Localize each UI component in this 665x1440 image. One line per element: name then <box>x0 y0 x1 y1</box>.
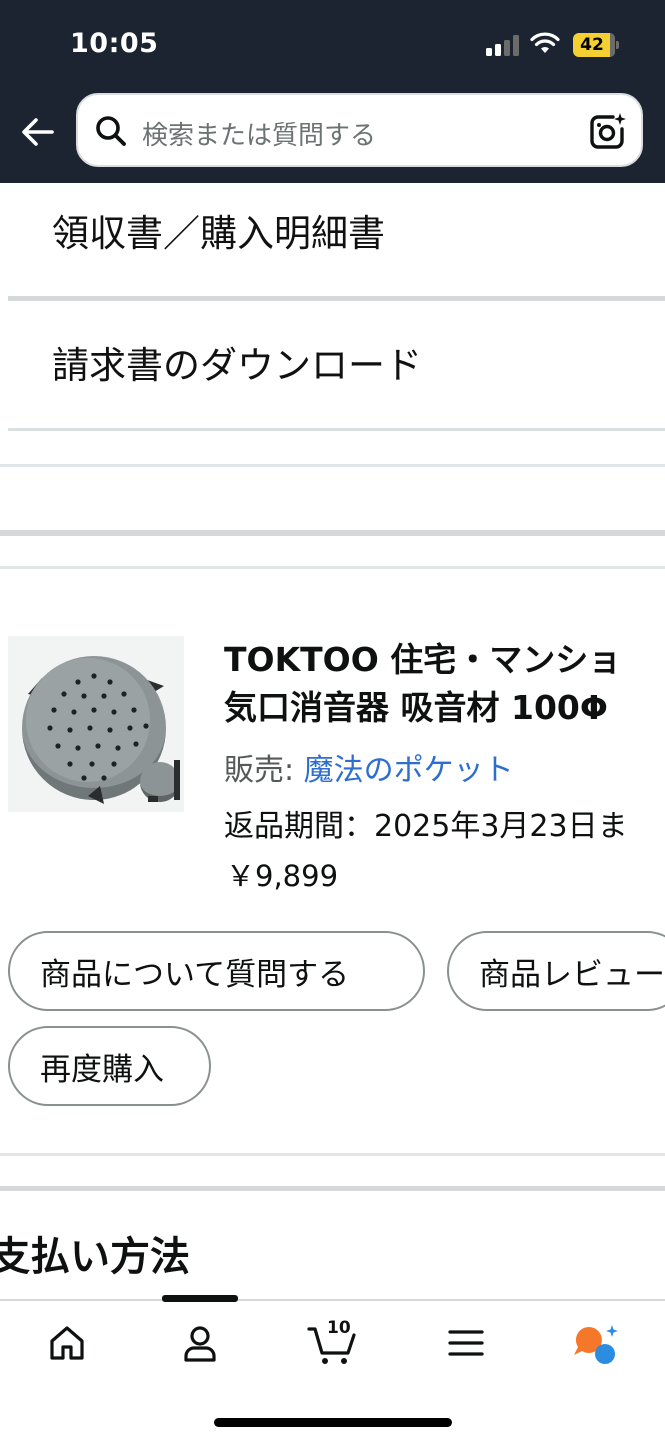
product-price: ￥9,899 <box>226 859 339 893</box>
back-arrow-icon[interactable] <box>18 112 58 152</box>
product-title[interactable]: TOKTOO 住宅・マンショ 気口消音器 吸音材 100Φ <box>224 636 665 732</box>
battery-icon: 42 <box>573 33 621 57</box>
product-title-line1: TOKTOO 住宅・マンショ <box>224 640 622 679</box>
product-image[interactable] <box>8 636 184 812</box>
bottom-nav: 10 <box>0 1295 665 1440</box>
seller-label: 販売: <box>224 753 304 788</box>
buy-again-button[interactable]: 再度購入 <box>8 1026 211 1106</box>
home-icon[interactable] <box>47 1323 87 1363</box>
battery-level: 42 <box>580 35 604 55</box>
ask-question-button[interactable]: 商品について質問する <box>8 931 425 1011</box>
return-period: 返品期間：2025年3月23日ま <box>224 809 628 844</box>
wifi-icon <box>530 32 560 53</box>
search-placeholder: 検索または質問する <box>142 121 377 151</box>
payment-method-heading: 支払い方法 <box>0 1234 190 1280</box>
section-divider <box>0 1186 665 1191</box>
seller-info: 販売: 魔法のポケット <box>224 745 514 789</box>
invoice-download-label: 請求書のダウンロード <box>52 344 422 387</box>
menu-icon[interactable] <box>446 1323 486 1363</box>
divider <box>8 428 665 431</box>
divider <box>0 464 665 467</box>
active-tab-indicator <box>162 1295 238 1302</box>
camera-lens-icon[interactable] <box>588 111 628 151</box>
receipt-label: 領収書／購入明細書 <box>52 212 385 255</box>
section-divider <box>0 530 665 536</box>
invoice-download-row[interactable]: 請求書のダウンロード <box>0 301 665 429</box>
write-review-button[interactable]: 商品レビュー <box>447 931 665 1011</box>
write-review-label: 商品レビュー <box>479 956 665 993</box>
divider <box>0 566 665 569</box>
vent-silencer-image <box>8 636 184 812</box>
status-time: 10:05 <box>70 28 159 59</box>
ask-question-label: 商品について質問する <box>40 956 350 993</box>
product-title-line2: 気口消音器 吸音材 100Φ <box>224 688 608 727</box>
top-header: 10:05 42 検索または質問する <box>0 0 665 183</box>
search-input[interactable]: 検索または質問する <box>76 93 643 167</box>
rufus-assistant-icon[interactable] <box>572 1323 620 1367</box>
seller-link[interactable]: 魔法のポケット <box>304 753 514 788</box>
buy-again-label: 再度購入 <box>40 1051 164 1088</box>
account-icon[interactable] <box>180 1323 220 1363</box>
cart-count-badge: 10 <box>327 1318 351 1338</box>
home-indicator <box>214 1418 452 1427</box>
divider <box>0 1153 665 1156</box>
signal-icon <box>486 34 520 56</box>
receipt-row[interactable]: 領収書／購入明細書 <box>0 183 665 299</box>
search-icon <box>96 116 126 146</box>
